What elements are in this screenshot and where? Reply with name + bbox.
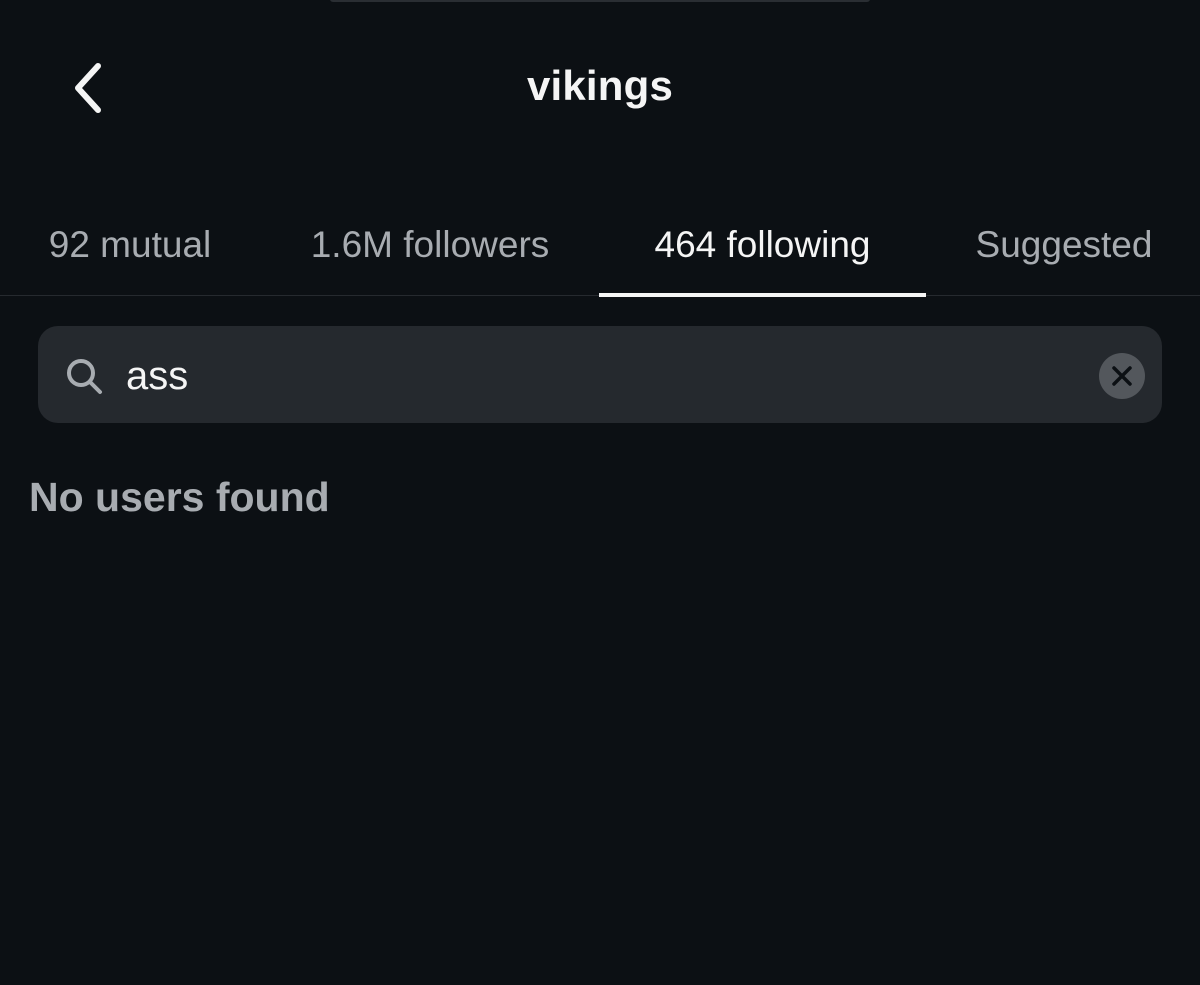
tab-following[interactable]: 464 following — [599, 195, 926, 297]
clear-search-button[interactable] — [1099, 353, 1145, 399]
header: vikings — [0, 0, 1200, 180]
tab-bar: 92 mutual 1.6M followers 464 following S… — [0, 195, 1200, 297]
empty-results-message: No users found — [29, 474, 330, 520]
tab-mutual[interactable]: 92 mutual — [0, 195, 260, 295]
tab-suggested[interactable]: Suggested — [945, 195, 1183, 295]
search-input[interactable] — [126, 346, 1076, 406]
clear-icon — [1112, 366, 1132, 386]
tab-followers[interactable]: 1.6M followers — [270, 195, 590, 295]
page-title: vikings — [526, 62, 674, 109]
search-icon — [67, 359, 102, 394]
